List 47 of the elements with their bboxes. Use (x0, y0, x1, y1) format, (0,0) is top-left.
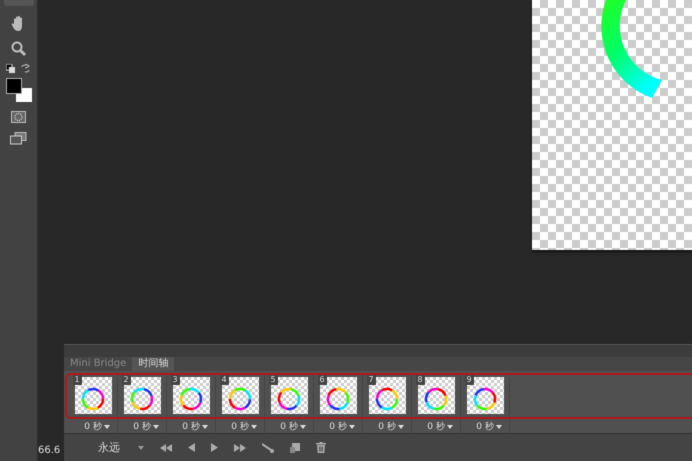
frame-delay-dropdown[interactable]: 0 秒 (231, 420, 257, 433)
animation-frame[interactable]: 8 0 秒 (412, 375, 461, 433)
animation-frame[interactable]: 3 0 秒 (167, 375, 216, 433)
frame-number: 5 (268, 375, 278, 385)
animation-frame[interactable]: 5 0 秒 (265, 375, 314, 433)
frame-number: 6 (318, 375, 327, 385)
loop-dropdown[interactable]: 永远 (98, 440, 144, 455)
tween-icon[interactable] (262, 442, 274, 452)
first-frame-icon[interactable] (160, 444, 172, 452)
frame-delay-dropdown[interactable]: 0 秒 (378, 420, 404, 433)
trash-icon[interactable] (316, 442, 326, 453)
previous-frame-icon[interactable] (188, 443, 195, 452)
frame-delay-dropdown[interactable]: 0 秒 (329, 420, 355, 433)
animation-frame[interactable]: 4 0 秒 (216, 375, 265, 433)
animation-frame[interactable]: 2 0 秒 (118, 375, 167, 433)
frame-delay-dropdown[interactable]: 0 秒 (280, 420, 306, 433)
frame-number: 9 (464, 375, 474, 385)
screen-mode-icon[interactable] (10, 132, 28, 146)
frame-number: 2 (122, 375, 131, 385)
animation-frame[interactable]: 9 0 秒 (461, 375, 510, 433)
frame-number: 3 (170, 375, 180, 385)
frame-delay-dropdown[interactable]: 0 秒 (427, 420, 453, 433)
color-ring-icon (81, 386, 105, 410)
quick-mask-icon[interactable] (11, 111, 26, 123)
frame-delay-dropdown[interactable]: 0 秒 (182, 420, 208, 433)
animation-frame[interactable]: 1 0 秒 (69, 375, 118, 433)
zoom-level: 66.6 (38, 445, 62, 458)
default-colors-icon[interactable] (6, 64, 14, 73)
background-color-swatch[interactable] (16, 88, 32, 102)
zoom-icon[interactable] (10, 41, 26, 57)
color-ring-icon (177, 384, 205, 412)
animation-frame[interactable]: 7 0 秒 (363, 375, 412, 433)
animation-frame[interactable]: 6 0 秒 (314, 375, 363, 433)
foreground-color-swatch[interactable] (6, 78, 22, 94)
frame-delay-dropdown[interactable]: 0 秒 (476, 420, 502, 433)
play-icon[interactable] (211, 443, 218, 452)
new-frame-icon[interactable] (290, 442, 300, 452)
frame-number: 1 (72, 375, 82, 385)
frame-delay-dropdown[interactable]: 0 秒 (133, 420, 159, 433)
frame-number: 4 (220, 375, 229, 385)
frame-delay-dropdown[interactable]: 0 秒 (84, 420, 110, 433)
frame-number: 8 (416, 375, 425, 385)
frame-number: 7 (366, 375, 376, 385)
swap-arrow-icon[interactable] (20, 64, 30, 73)
color-ring-icon (422, 384, 450, 412)
panel-tab[interactable]: 时间轴 (132, 357, 174, 371)
next-frame-icon[interactable] (234, 444, 246, 452)
